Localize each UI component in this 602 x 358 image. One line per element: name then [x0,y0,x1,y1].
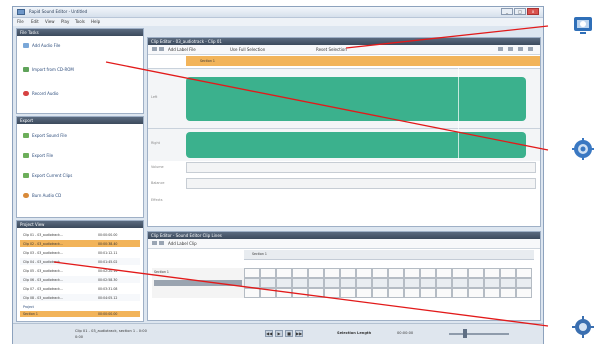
settings-gear-icon [572,316,594,338]
callout-lines [53,25,549,327]
callout-line-3 [53,261,549,327]
screen-selection-icon [572,14,594,36]
callout-line-1 [345,25,549,49]
callout-line-2 [105,61,549,151]
audio-gear-icon [572,138,594,160]
